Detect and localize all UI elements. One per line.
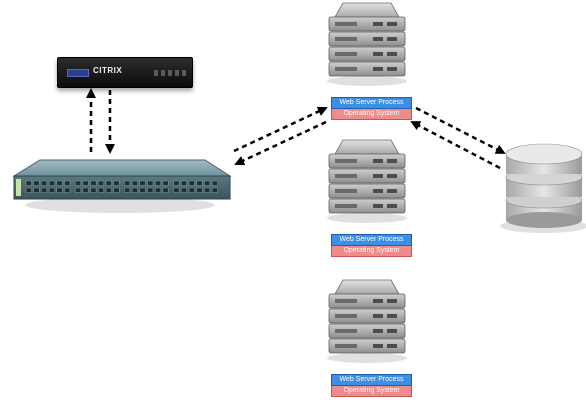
server-1 — [327, 2, 407, 86]
citrix-appliance: CITRIX — [57, 57, 193, 88]
appliance-brand-label: CITRIX — [93, 66, 123, 75]
web-server-process-label: Web Server Process — [331, 374, 412, 386]
network-switch — [12, 159, 232, 213]
appliance-ports — [154, 70, 186, 76]
operating-system-label: Operating System — [331, 246, 412, 257]
database — [500, 143, 586, 233]
server-1-stack: Web Server Process Operating System — [331, 97, 412, 120]
web-server-process-label: Web Server Process — [331, 97, 412, 109]
operating-system-label: Operating System — [331, 109, 412, 120]
drive-bay — [67, 69, 89, 77]
web-server-process-label: Web Server Process — [331, 234, 412, 246]
arrow-switch-to-server — [233, 106, 328, 153]
arrow-server-to-switch — [234, 120, 327, 166]
operating-system-label: Operating System — [331, 386, 412, 397]
server-2-stack: Web Server Process Operating System — [331, 234, 412, 257]
server-3 — [327, 279, 407, 363]
server-2 — [327, 139, 407, 223]
server-3-stack: Web Server Process Operating System — [331, 374, 412, 397]
connections — [86, 88, 506, 170]
